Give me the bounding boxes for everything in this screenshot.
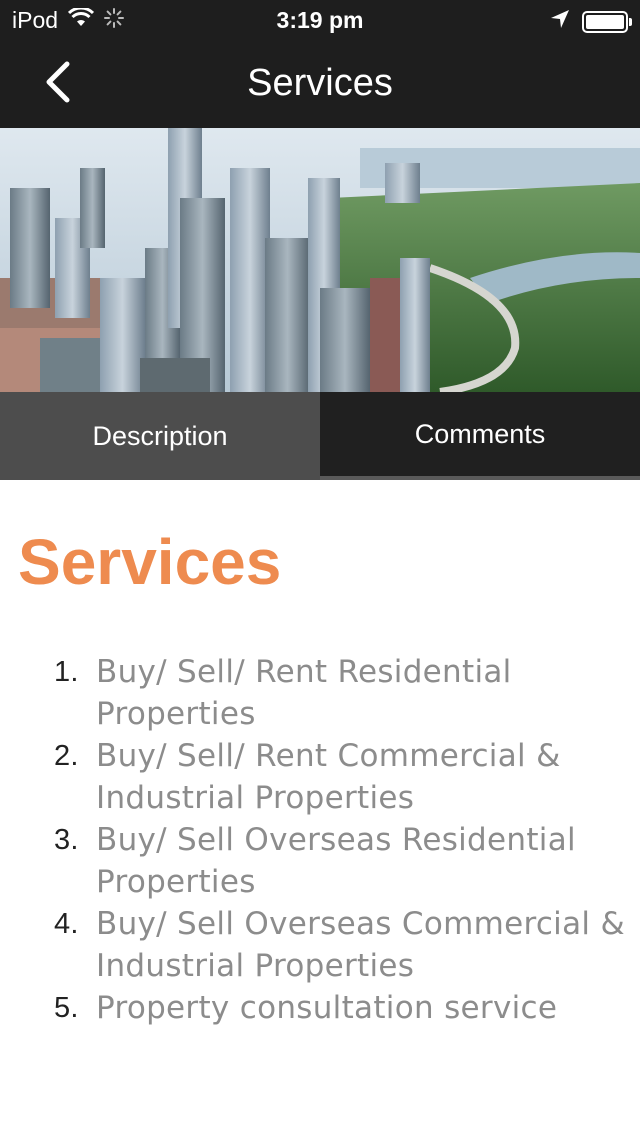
content-title: Services bbox=[18, 526, 282, 598]
navigation-bar: Services bbox=[0, 40, 640, 128]
list-item-text: Buy/ Sell/ Rent Commercial & Industrial … bbox=[96, 738, 561, 816]
status-time: 3:19 pm bbox=[276, 7, 364, 33]
list-item-text: Property consultation service bbox=[96, 990, 558, 1026]
list-item-number: 1. bbox=[54, 656, 79, 688]
list-item-number: 2. bbox=[54, 740, 79, 772]
tab-description[interactable]: Description bbox=[0, 392, 320, 480]
list-item: 2. Buy/ Sell/ Rent Commercial & Industri… bbox=[18, 735, 628, 819]
list-item-number: 4. bbox=[54, 908, 79, 940]
battery-icon bbox=[582, 10, 632, 33]
status-right bbox=[550, 8, 632, 35]
list-item: 1. Buy/ Sell/ Rent Residential Propertie… bbox=[18, 651, 628, 735]
description-content: Services 1. Buy/ Sell/ Rent Residential … bbox=[18, 525, 628, 1029]
tab-bar: Description Comments bbox=[0, 392, 640, 480]
list-item-text: Buy/ Sell/ Rent Residential Properties bbox=[96, 654, 512, 732]
list-item: 3. Buy/ Sell Overseas Residential Proper… bbox=[18, 819, 628, 903]
list-item: 4. Buy/ Sell Overseas Commercial & Indus… bbox=[18, 903, 628, 987]
location-arrow-icon bbox=[550, 8, 570, 35]
tab-comments[interactable]: Comments bbox=[320, 392, 640, 480]
city-skyline-image bbox=[0, 128, 640, 392]
list-item-number: 3. bbox=[54, 824, 79, 856]
page-title: Services bbox=[247, 62, 393, 104]
services-list: 1. Buy/ Sell/ Rent Residential Propertie… bbox=[18, 651, 628, 1029]
list-item: 5. Property consultation service bbox=[18, 987, 628, 1029]
list-item-text: Buy/ Sell Overseas Commercial & Industri… bbox=[96, 906, 625, 984]
list-item-number: 5. bbox=[54, 992, 79, 1024]
status-bar: iPod 3:19 pm bbox=[0, 0, 640, 40]
list-item-text: Buy/ Sell Overseas Residential Propertie… bbox=[96, 822, 576, 900]
